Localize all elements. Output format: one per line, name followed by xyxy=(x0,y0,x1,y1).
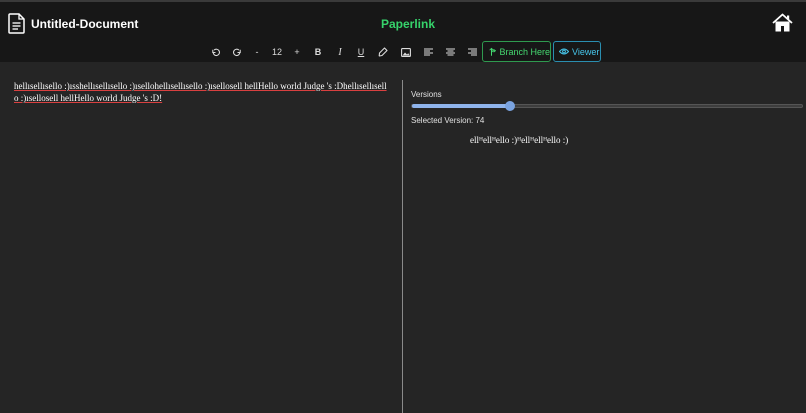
align-right-icon xyxy=(467,48,477,56)
align-right-button[interactable] xyxy=(465,42,479,62)
redo-button[interactable] xyxy=(230,42,244,62)
redo-icon xyxy=(232,48,241,56)
version-slider-fill xyxy=(412,104,510,108)
version-slider[interactable] xyxy=(411,101,803,111)
branch-here-button[interactable]: Branch Here xyxy=(482,41,551,62)
document-icon[interactable] xyxy=(8,13,25,34)
branch-here-label: Branch Here xyxy=(499,46,550,57)
version-slider-thumb[interactable] xyxy=(505,101,515,111)
font-size-value[interactable]: 12 xyxy=(268,42,286,62)
italic-button[interactable]: I xyxy=(334,42,346,62)
align-left-button[interactable] xyxy=(421,42,435,62)
font-size-decrease-button[interactable]: - xyxy=(252,42,262,62)
insert-image-button[interactable] xyxy=(399,42,413,62)
align-left-icon xyxy=(423,48,433,56)
font-size-increase-button[interactable]: + xyxy=(292,42,302,62)
top-bar: Untitled-Document Paperlink - 12 + B I U xyxy=(0,0,806,62)
align-center-button[interactable] xyxy=(443,42,457,62)
editor-text: hellısellısello :)ısshellısellısello :)ı… xyxy=(14,81,387,103)
bold-button[interactable]: B xyxy=(312,42,324,62)
document-title[interactable]: Untitled-Document xyxy=(31,17,138,31)
highlighter-icon xyxy=(378,47,388,57)
undo-button[interactable] xyxy=(208,42,222,62)
viewer-button[interactable]: Viewer xyxy=(553,41,601,62)
image-icon xyxy=(401,47,411,57)
panel-divider[interactable] xyxy=(402,80,403,413)
versions-label: Versions xyxy=(411,90,442,99)
align-center-icon xyxy=(445,48,455,56)
viewer-label: Viewer xyxy=(572,46,600,57)
document-editor[interactable]: hellısellısello :)ısshellısellısello :)ı… xyxy=(14,80,392,104)
undo-icon xyxy=(211,48,220,56)
highlight-button[interactable] xyxy=(377,42,389,62)
home-icon[interactable] xyxy=(772,13,793,32)
selected-version-label: Selected Version: 74 xyxy=(411,116,485,125)
branch-icon xyxy=(489,47,497,56)
brand-name: Paperlink xyxy=(381,17,436,31)
version-preview-text: ellᴴellᴴello :)ᴴellᴴellᴴello :) xyxy=(470,135,569,145)
eye-icon xyxy=(559,48,569,55)
underline-button[interactable]: U xyxy=(355,42,367,62)
